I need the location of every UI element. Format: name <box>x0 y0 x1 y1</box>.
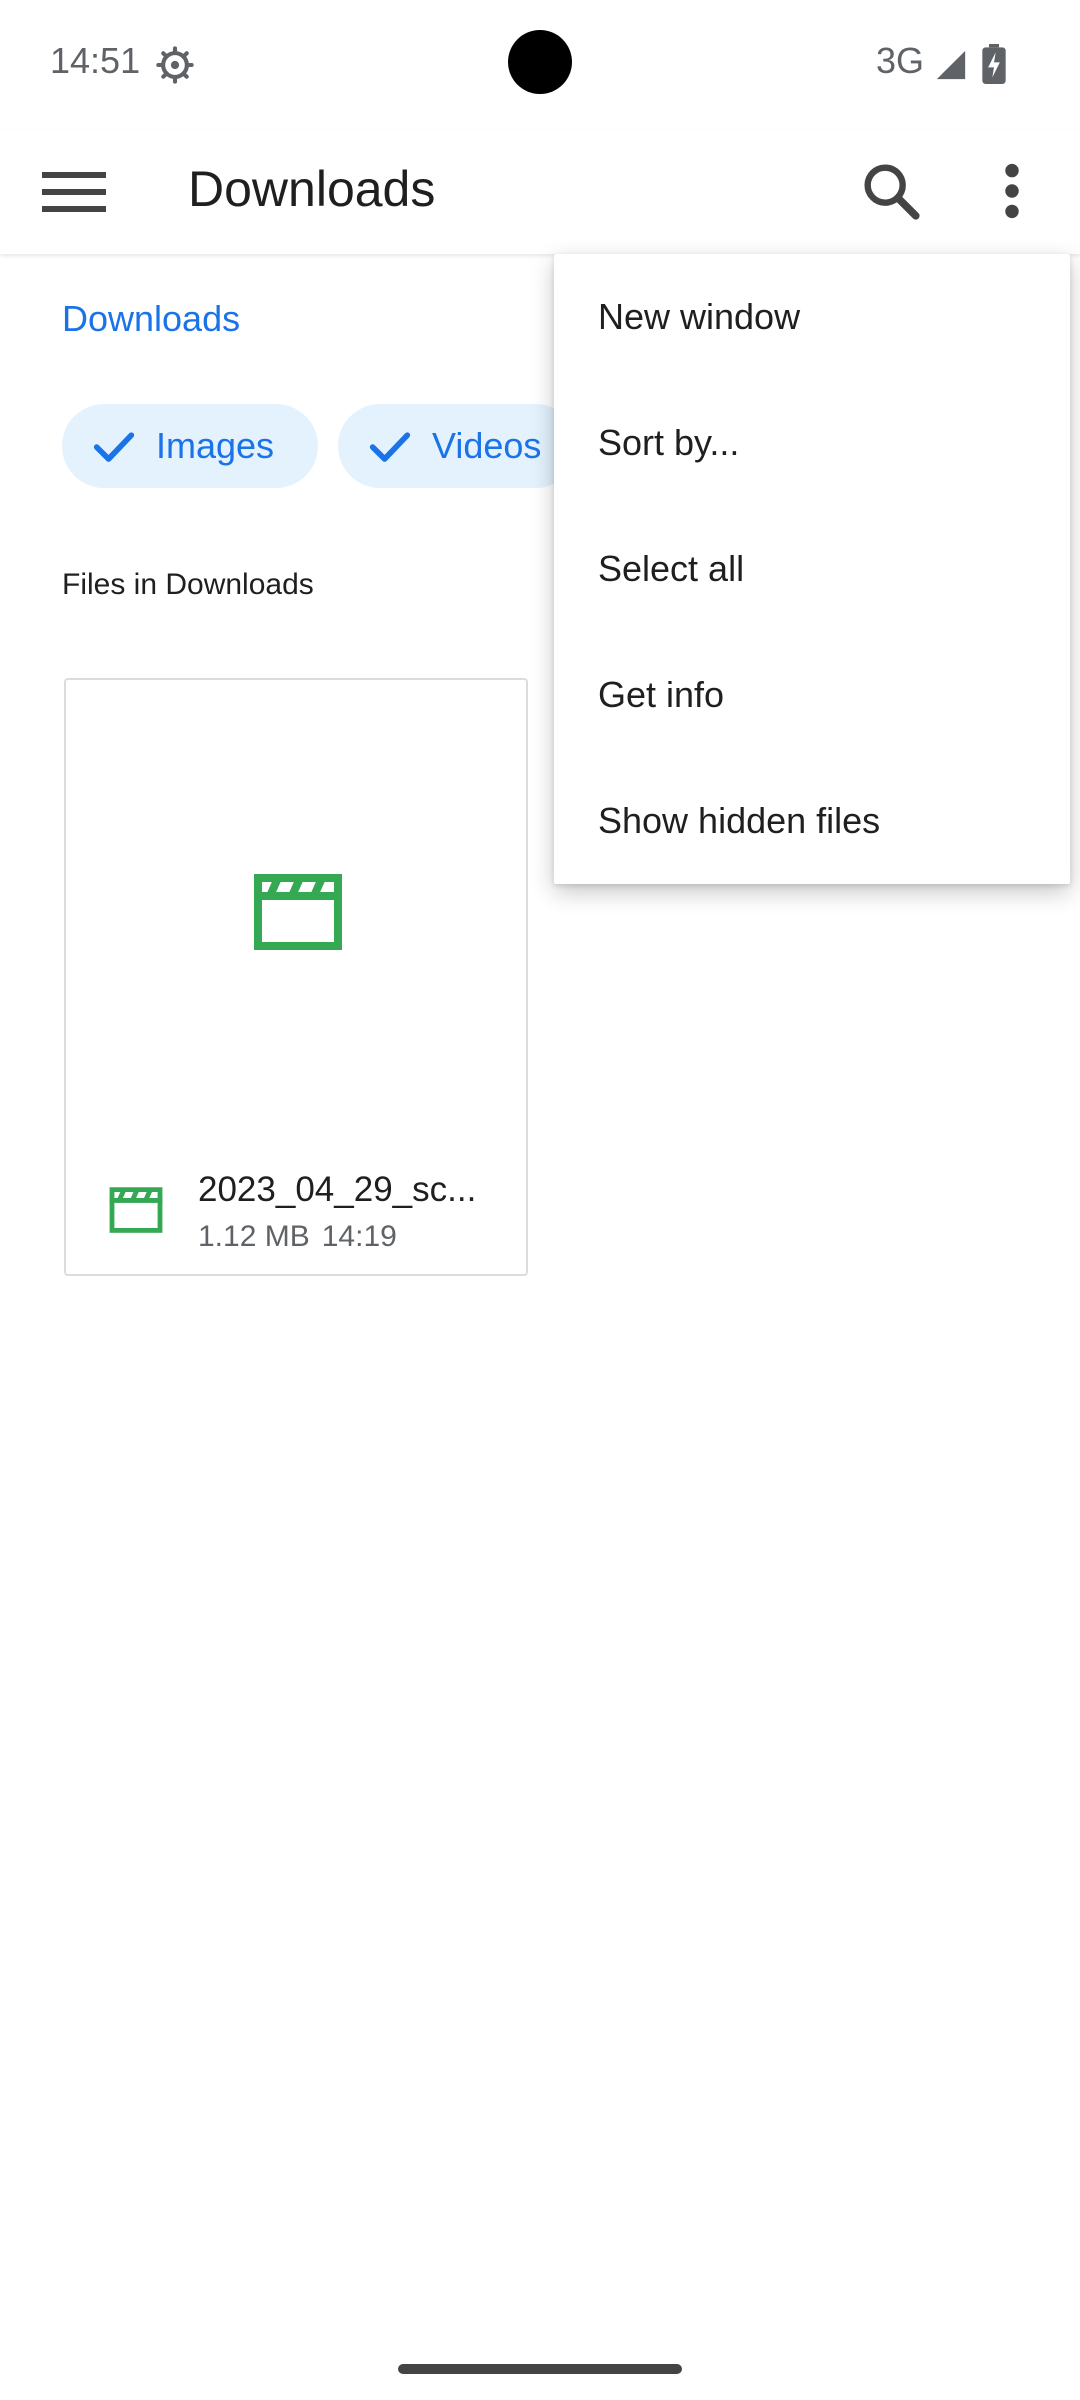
gesture-nav-handle[interactable] <box>398 2364 682 2374</box>
video-clapper-icon <box>109 1187 163 1233</box>
chip-images[interactable]: Images <box>62 404 318 488</box>
menu-icon[interactable] <box>36 160 112 224</box>
video-clapper-icon <box>254 874 342 950</box>
battery-charging-icon <box>982 44 1006 84</box>
app-bar: Downloads <box>0 130 1080 254</box>
more-vert-icon[interactable] <box>982 156 1042 226</box>
file-size: 1.12 MB <box>198 1220 310 1253</box>
chip-label: Videos <box>432 425 542 466</box>
menu-item-label: New window <box>598 296 801 337</box>
breadcrumb[interactable]: Downloads <box>62 298 240 340</box>
menu-item-get-info[interactable]: Get info <box>554 632 1070 758</box>
check-icon <box>93 432 135 462</box>
page-title: Downloads <box>188 161 436 217</box>
search-icon[interactable] <box>856 156 926 226</box>
menu-item-label: Show hidden files <box>598 800 881 841</box>
overflow-menu: New window Sort by... Select all Get inf… <box>554 254 1070 884</box>
file-card[interactable]: 2023_04_29_sc... 1.12 MB 14:19 <box>64 678 528 1276</box>
status-time: 14:51 <box>50 40 141 81</box>
status-bar: 14:51 3G <box>0 0 1080 130</box>
menu-item-new-window[interactable]: New window <box>554 254 1070 380</box>
chip-label: Images <box>156 425 275 466</box>
settings-gear-icon <box>156 46 194 84</box>
screen: 14:51 3G Downloads Downloads Images Vide… <box>0 0 1080 2400</box>
menu-item-select-all[interactable]: Select all <box>554 506 1070 632</box>
camera-cutout <box>508 30 572 94</box>
menu-item-label: Select all <box>598 548 745 589</box>
menu-item-show-hidden-files[interactable]: Show hidden files <box>554 758 1070 884</box>
chip-videos[interactable]: Videos <box>338 404 578 488</box>
network-type: 3G <box>876 40 925 81</box>
menu-item-label: Sort by... <box>598 422 740 463</box>
section-header: Files in Downloads <box>62 568 314 601</box>
signal-icon <box>936 50 966 80</box>
menu-item-label: Get info <box>598 674 725 715</box>
menu-item-sort-by[interactable]: Sort by... <box>554 380 1070 506</box>
file-time: 14:19 <box>321 1220 397 1253</box>
file-meta: 1.12 MB 14:19 <box>198 1220 397 1254</box>
file-name: 2023_04_29_sc... <box>198 1170 477 1209</box>
check-icon <box>369 432 411 462</box>
